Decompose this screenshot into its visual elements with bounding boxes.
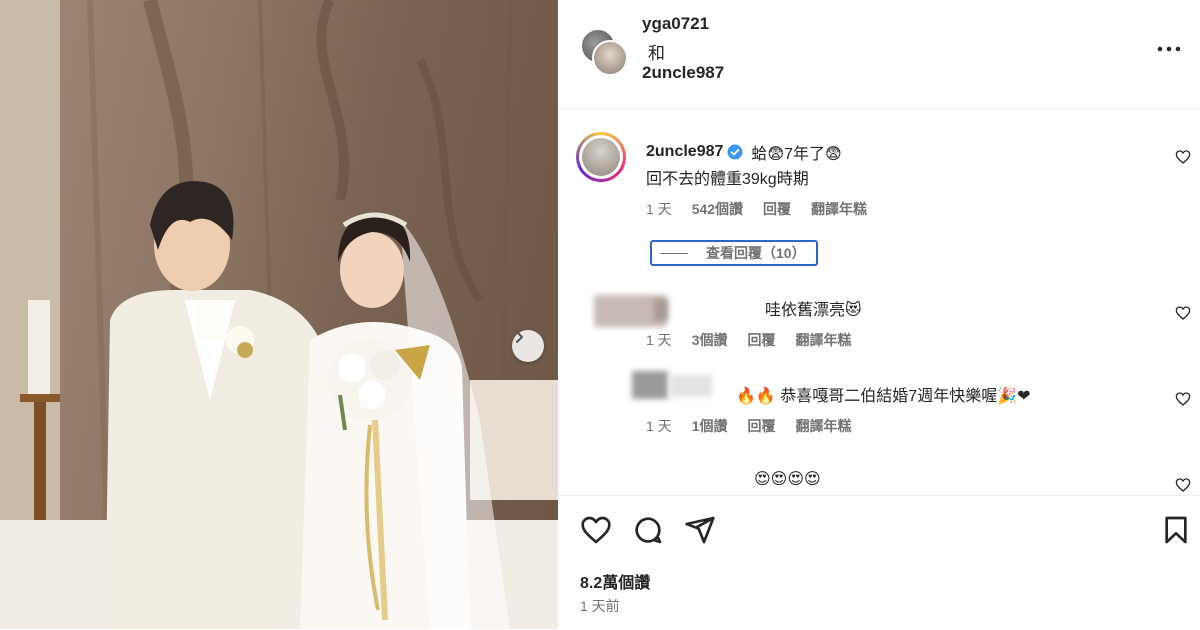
post-actions-bar: 8.2萬個讚 1 天前 — [558, 495, 1200, 630]
collab-connector: 和 — [648, 44, 665, 63]
collab-username-1[interactable]: yga0721 — [642, 14, 709, 34]
next-photo-button[interactable] — [512, 330, 544, 362]
avatar-collab-2[interactable] — [592, 40, 628, 76]
caption-likes-link[interactable]: 542個讚 — [692, 199, 743, 219]
caption-username[interactable]: 2uncle987 — [646, 143, 723, 161]
view-replies-label: 查看回覆（10） — [706, 245, 806, 261]
like-reply-1-heart-icon[interactable] — [1175, 305, 1191, 321]
caption-meta: 1 天 542個讚 回覆 翻譯年糕 — [646, 199, 867, 219]
likes-count[interactable]: 8.2萬個讚 — [580, 569, 650, 593]
caption-line-1: 2uncle987 蛤😨7年了😨 — [646, 140, 842, 164]
comment-bubble-icon[interactable] — [632, 514, 664, 546]
reply-2-avatar-blurred — [632, 371, 668, 399]
reply-2-translate-button[interactable]: 翻譯年糕 — [795, 416, 851, 436]
caption-text-1: 蛤😨7年了😨 — [751, 146, 842, 163]
more-options-icon[interactable] — [1156, 41, 1182, 57]
like-reply-2-heart-icon[interactable] — [1175, 391, 1191, 407]
reply-2-reply-button[interactable]: 回覆 — [747, 416, 775, 436]
collab-username-2[interactable]: 2uncle987 — [642, 63, 724, 83]
post-details-panel: yga0721 和 2uncle987 2uncle987 蛤😨7年了😨 回不去… — [558, 0, 1200, 629]
caption-age: 1 天 — [646, 201, 672, 217]
reply-1-age: 1 天 — [646, 332, 672, 348]
reply-1-text: 哇依舊漂亮😻 — [765, 302, 862, 319]
like-reply-3-heart-icon[interactable] — [1175, 477, 1191, 493]
reply-2-username-blurred — [670, 375, 712, 397]
share-paper-plane-icon[interactable] — [684, 514, 716, 546]
reply-2-age: 1 天 — [646, 418, 672, 434]
chevron-right-icon — [516, 331, 523, 343]
view-replies-button[interactable]: 查看回覆（10） — [650, 240, 818, 266]
like-caption-heart-icon[interactable] — [1175, 149, 1191, 165]
like-heart-icon[interactable] — [580, 514, 612, 546]
post-timestamp[interactable]: 1 天前 — [580, 596, 620, 616]
reply-2-meta: 1 天 1個讚 回覆 翻譯年糕 — [646, 416, 851, 436]
save-bookmark-icon[interactable] — [1160, 514, 1192, 546]
caption-text-2: 回不去的體重39kg時期 — [646, 171, 809, 188]
reply-1-username-blurred — [654, 299, 668, 321]
post-photo — [0, 0, 558, 629]
reply-2-likes-link[interactable]: 1個讚 — [692, 416, 728, 436]
caption-translate-button[interactable]: 翻譯年糕 — [811, 199, 867, 219]
reply-1-meta: 1 天 3個讚 回覆 翻譯年糕 — [646, 330, 851, 350]
reply-1-reply-button[interactable]: 回覆 — [747, 330, 775, 350]
wedding-photo-illustration — [0, 0, 558, 629]
caption-reply-button[interactable]: 回覆 — [763, 199, 791, 219]
post-header: yga0721 和 2uncle987 — [558, 0, 1200, 109]
reply-3-text: 😍😍😍😍 — [754, 471, 821, 488]
reply-2-text: 🔥🔥 恭喜嘎哥二伯結婚7週年快樂喔🎉❤ — [736, 388, 1031, 405]
caption-author-avatar[interactable] — [576, 132, 626, 182]
verified-badge-icon — [727, 144, 743, 160]
comments-section: 2uncle987 蛤😨7年了😨 回不去的體重39kg時期 1 天 542個讚 … — [558, 109, 1200, 495]
replies-divider-line — [660, 252, 688, 254]
reply-1-likes-link[interactable]: 3個讚 — [692, 330, 728, 350]
reply-1-translate-button[interactable]: 翻譯年糕 — [795, 330, 851, 350]
